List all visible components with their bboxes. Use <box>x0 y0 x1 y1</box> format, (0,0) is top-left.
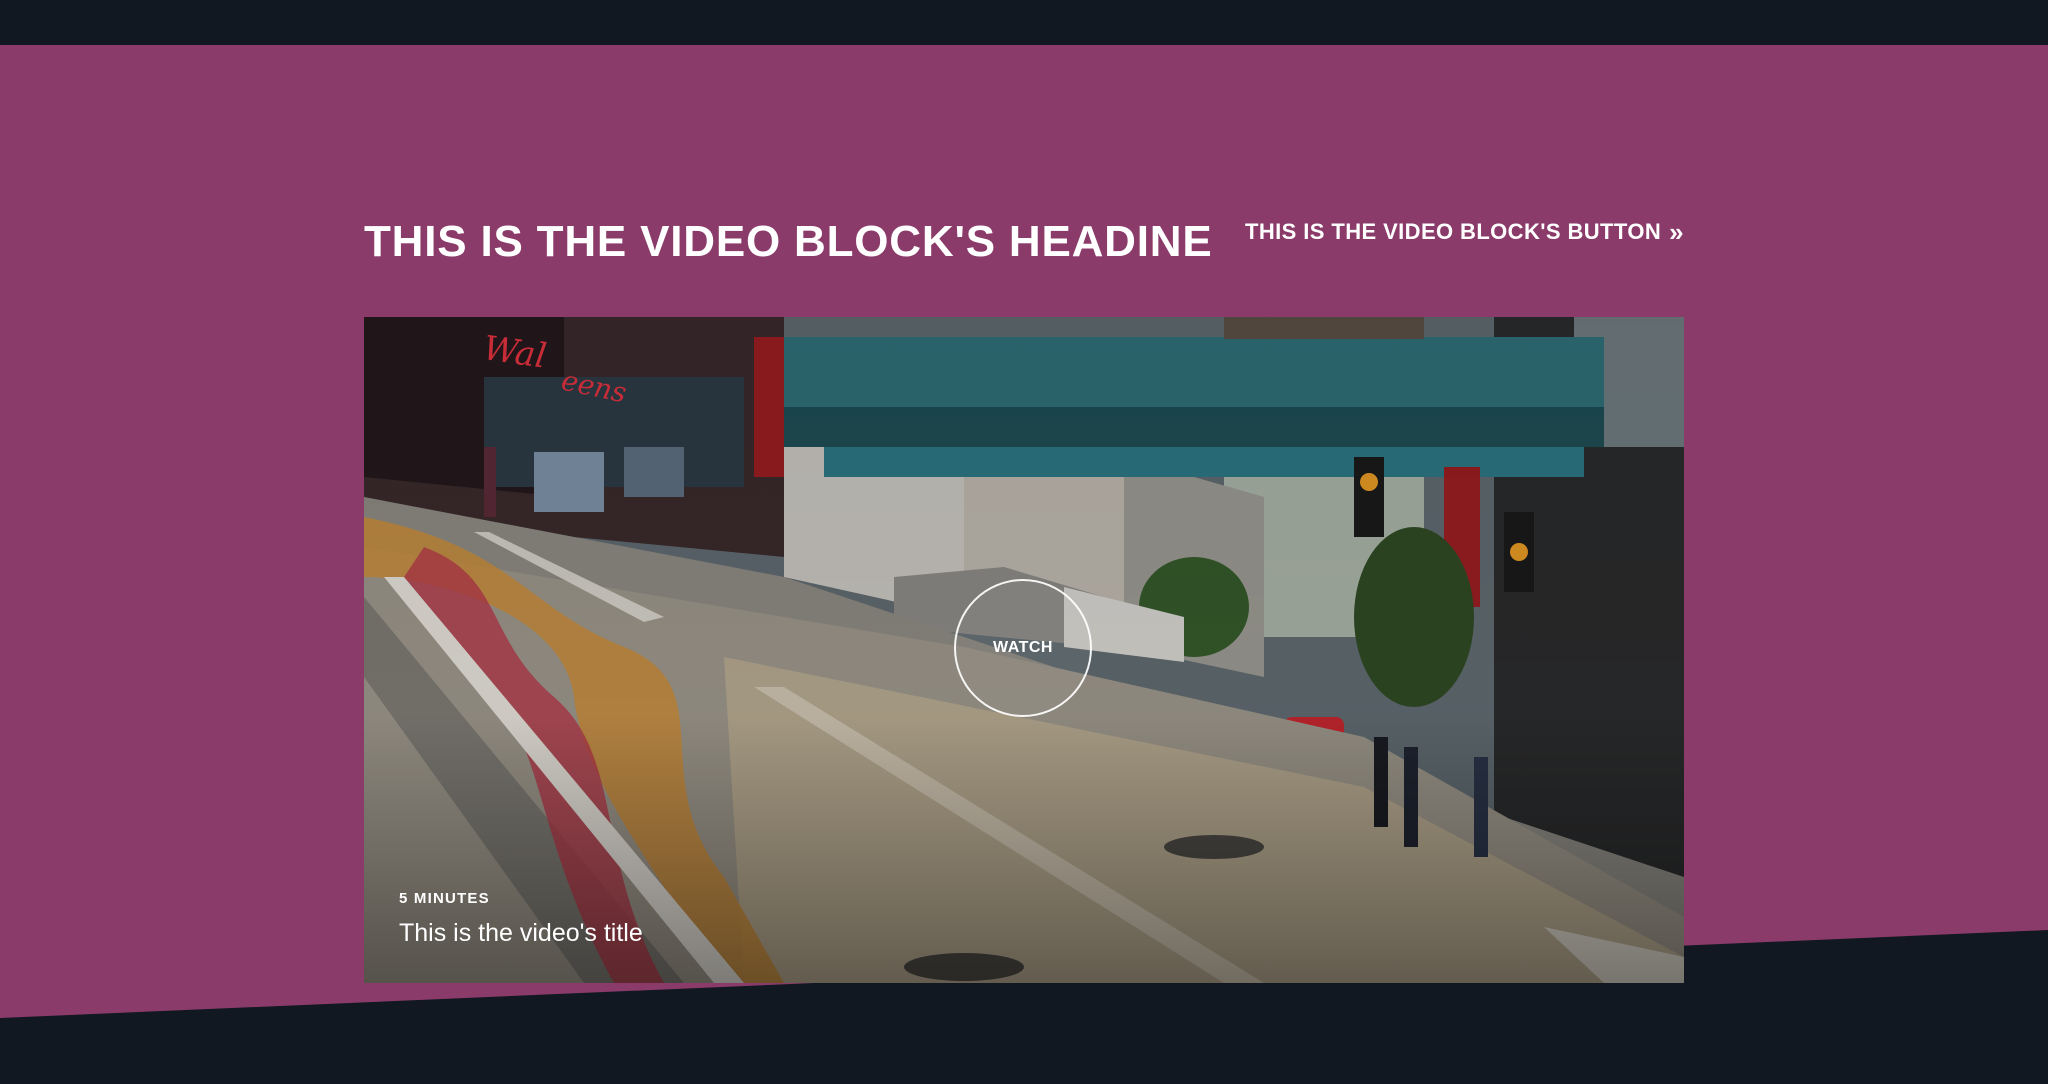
footer-area <box>0 1020 2048 1084</box>
video-block-header: THIS IS THE VIDEO BLOCK'S HEADINE THIS I… <box>364 210 1684 280</box>
video-block-button-label: THIS IS THE VIDEO BLOCK'S BUTTON <box>1245 219 1662 244</box>
watch-button-label: WATCH <box>993 639 1053 656</box>
video-block-headline: THIS IS THE VIDEO BLOCK'S HEADINE <box>364 217 1213 266</box>
video-title: This is the video's title <box>399 919 643 947</box>
watch-button[interactable]: WATCH <box>954 579 1092 717</box>
top-bar <box>0 0 2048 45</box>
video-duration: 5 MINUTES <box>399 890 490 907</box>
double-chevron-right-icon: » <box>1669 217 1684 247</box>
video-block-button[interactable]: THIS IS THE VIDEO BLOCK'S BUTTON » <box>1245 214 1684 250</box>
video-meta: 5 MINUTES This is the video's title <box>399 889 643 949</box>
video-player[interactable]: Wal eens <box>364 317 1684 983</box>
